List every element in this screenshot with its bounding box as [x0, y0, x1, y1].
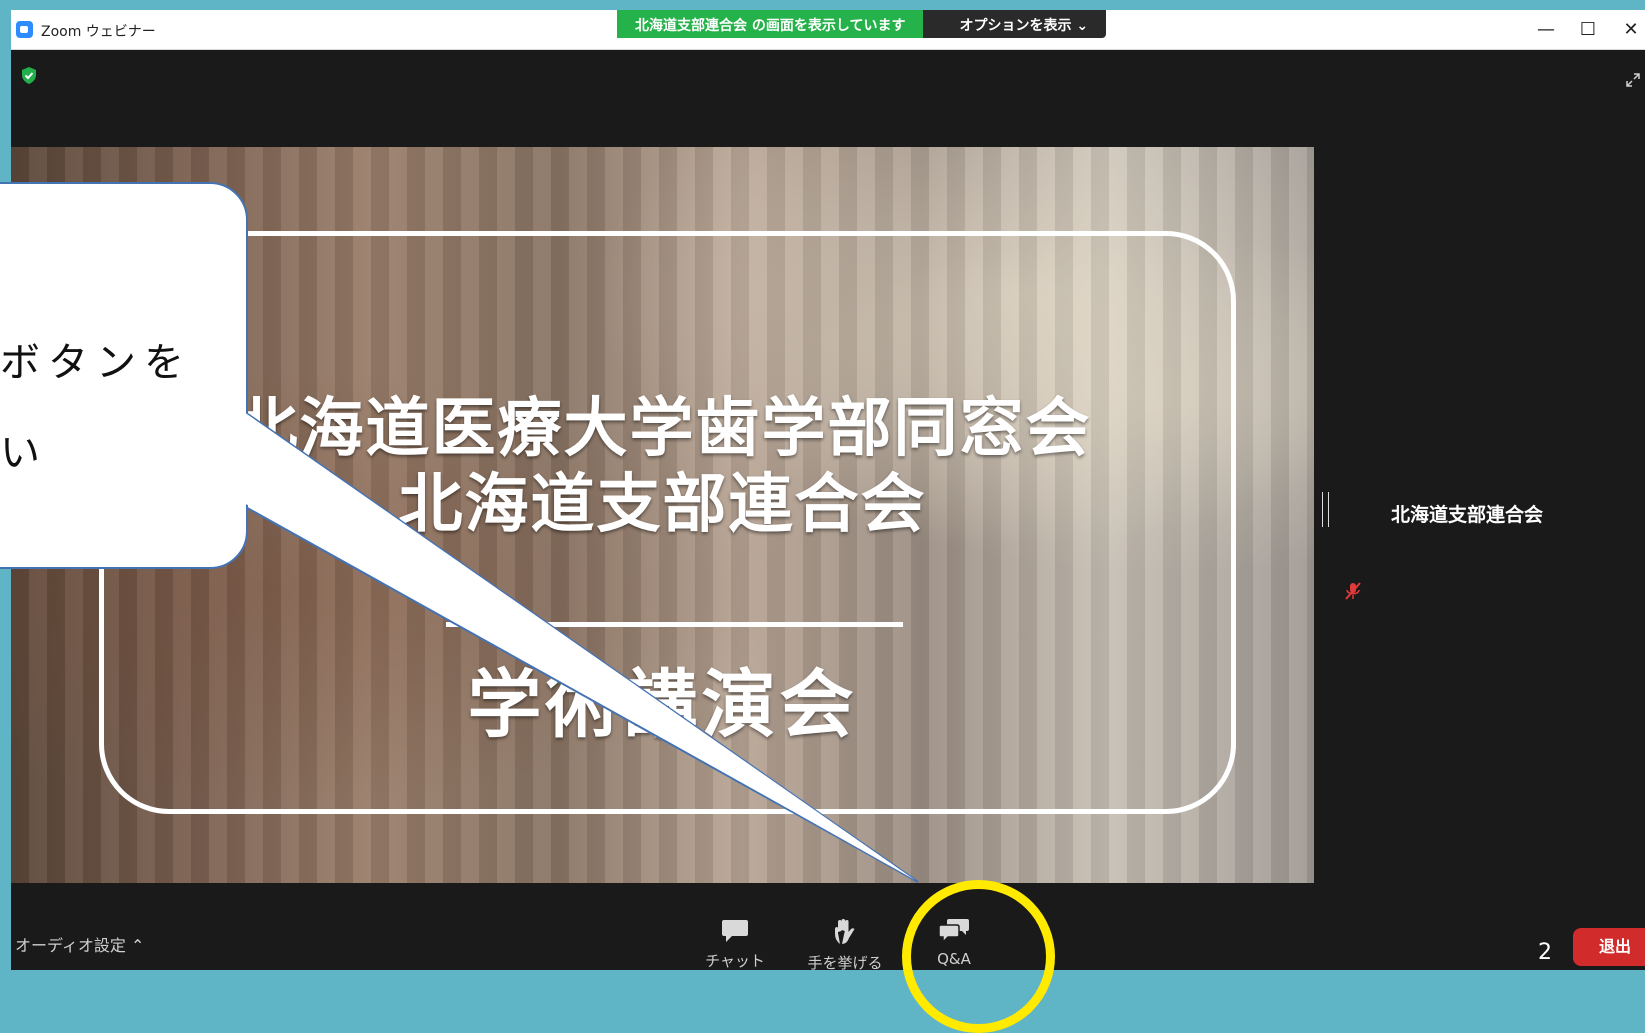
slide-divider [446, 622, 903, 627]
share-status-text: 北海道支部連合会 の画面を表示しています [617, 10, 924, 38]
fullscreen-icon[interactable] [1625, 72, 1641, 88]
audio-settings-button[interactable]: オーディオ設定 ⌃ [15, 932, 144, 956]
minimize-button[interactable]: — [1534, 18, 1558, 42]
raise-hand-button[interactable]: 手を挙げる [800, 918, 890, 970]
panel-resize-handle[interactable] [1322, 492, 1329, 527]
callout-text-line1: ボタンを [0, 340, 192, 386]
chat-icon [722, 920, 748, 942]
chat-label: チャット [705, 952, 765, 970]
app-title: Zoom ウェビナー [41, 24, 156, 40]
participant-count: 2 [1538, 940, 1552, 965]
zoom-app-icon [16, 21, 33, 38]
qa-highlight-circle [902, 880, 1055, 1033]
slide-event-title: 学術講演会 [467, 662, 858, 748]
participant-name: 北海道支部連合会 [1391, 504, 1544, 526]
title-bar: Zoom ウェビナー 北海道支部連合会 の画面を表示しています オプションを表示… [11, 10, 1645, 50]
raise-hand-label: 手を挙げる [807, 954, 883, 970]
meeting-toolbar: オーディオ設定 ⌃ チャット 手を挙げる Q&A 2 退出 [11, 883, 1645, 970]
muted-mic-icon [1342, 580, 1364, 602]
callout-text-line2: い [0, 430, 48, 476]
shield-icon[interactable] [21, 67, 37, 84]
close-button[interactable]: ✕ [1619, 18, 1643, 42]
screen-share-banner: 北海道支部連合会 の画面を表示しています オプションを表示 ⌄ [617, 10, 1107, 38]
zoom-webinar-window: Zoom ウェビナー 北海道支部連合会 の画面を表示しています オプションを表示… [11, 10, 1645, 970]
maximize-button[interactable]: ☐ [1576, 18, 1600, 42]
leave-button[interactable]: 退出 [1573, 928, 1645, 966]
view-options-button[interactable]: オプションを表示 ⌄ [923, 10, 1107, 38]
raise-hand-icon [835, 919, 855, 944]
chat-button[interactable]: チャット [690, 918, 780, 970]
